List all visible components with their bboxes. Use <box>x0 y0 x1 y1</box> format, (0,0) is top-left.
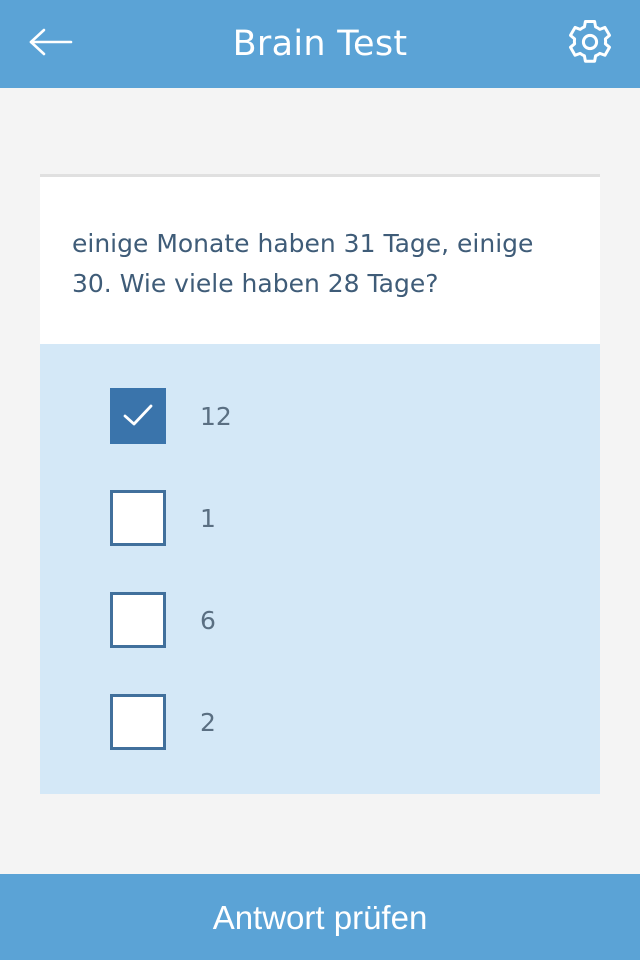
app-header: Brain Test <box>0 0 640 88</box>
answer-option-3[interactable]: 6 <box>40 569 600 671</box>
answer-label-1: 12 <box>200 401 232 431</box>
check-answer-label: Antwort prüfen <box>212 898 428 936</box>
page-title: Brain Test <box>232 23 408 64</box>
main-content: einige Monate haben 31 Tage, einige 30. … <box>0 88 640 874</box>
answer-option-1[interactable]: 12 <box>40 365 600 467</box>
answer-checkbox-3[interactable] <box>110 592 166 648</box>
back-button[interactable] <box>14 0 86 88</box>
question-panel: einige Monate haben 31 Tage, einige 30. … <box>40 177 600 344</box>
answers-panel: 12 1 6 2 <box>40 344 600 794</box>
check-answer-button[interactable]: Antwort prüfen <box>0 874 640 960</box>
gear-icon <box>564 16 616 72</box>
app-screen: Brain Test einige Monate haben 31 Tage, … <box>0 0 640 960</box>
answer-label-2: 1 <box>200 503 216 533</box>
answer-label-3: 6 <box>200 605 216 635</box>
answer-checkbox-1[interactable] <box>110 388 166 444</box>
arrow-left-icon <box>27 27 73 61</box>
answer-option-2[interactable]: 1 <box>40 467 600 569</box>
check-icon <box>123 404 153 426</box>
quiz-card: einige Monate haben 31 Tage, einige 30. … <box>40 174 600 794</box>
answer-checkbox-2[interactable] <box>110 490 166 546</box>
question-text: einige Monate haben 31 Tage, einige 30. … <box>72 229 534 298</box>
answer-option-4[interactable]: 2 <box>40 671 600 773</box>
answer-checkbox-4[interactable] <box>110 694 166 750</box>
answer-label-4: 2 <box>200 707 216 737</box>
settings-button[interactable] <box>554 0 626 88</box>
